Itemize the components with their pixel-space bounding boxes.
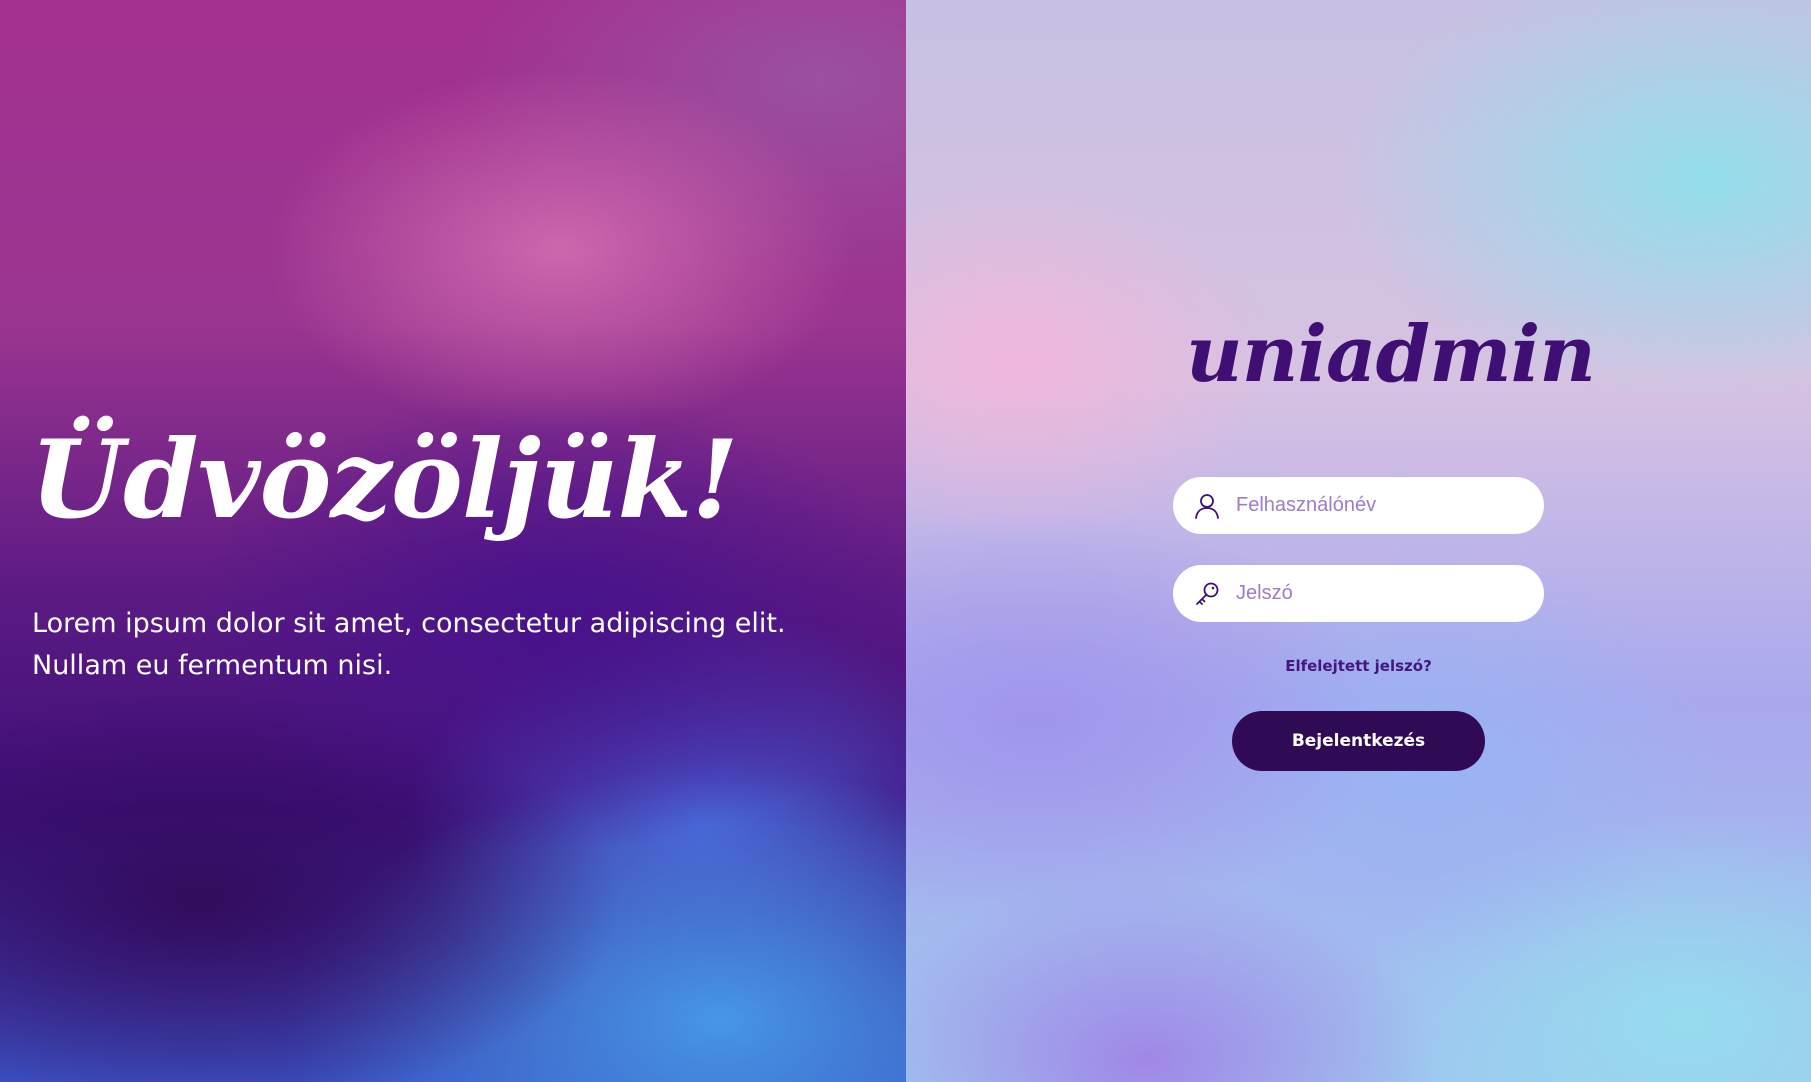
welcome-description-line-1: Lorem ipsum dolor sit amet, consectetur … [32, 608, 786, 639]
welcome-heading: Üdvözöljük! [30, 417, 739, 543]
forgot-password-link[interactable]: Elfelejtett jelszó? [1173, 654, 1544, 678]
welcome-description: Lorem ipsum dolor sit amet, consectetur … [32, 603, 892, 687]
login-button[interactable]: Bejelentkezés [1232, 711, 1485, 771]
welcome-panel: Üdvözöljük! Lorem ipsum dolor sit amet, … [0, 0, 906, 1082]
password-field[interactable] [1173, 565, 1544, 622]
user-icon [1195, 494, 1219, 519]
uniadmin-logo: uniadmin [1186, 309, 1596, 400]
key-icon [1196, 582, 1219, 605]
username-input[interactable] [1236, 477, 1526, 534]
welcome-description-line-2: Nullam eu fermentum nisi. [32, 650, 393, 681]
username-field[interactable] [1173, 477, 1544, 534]
login-panel: uniadmin Elfelejtett jelszó? Bejelentkez… [906, 0, 1811, 1082]
password-input[interactable] [1236, 565, 1526, 622]
